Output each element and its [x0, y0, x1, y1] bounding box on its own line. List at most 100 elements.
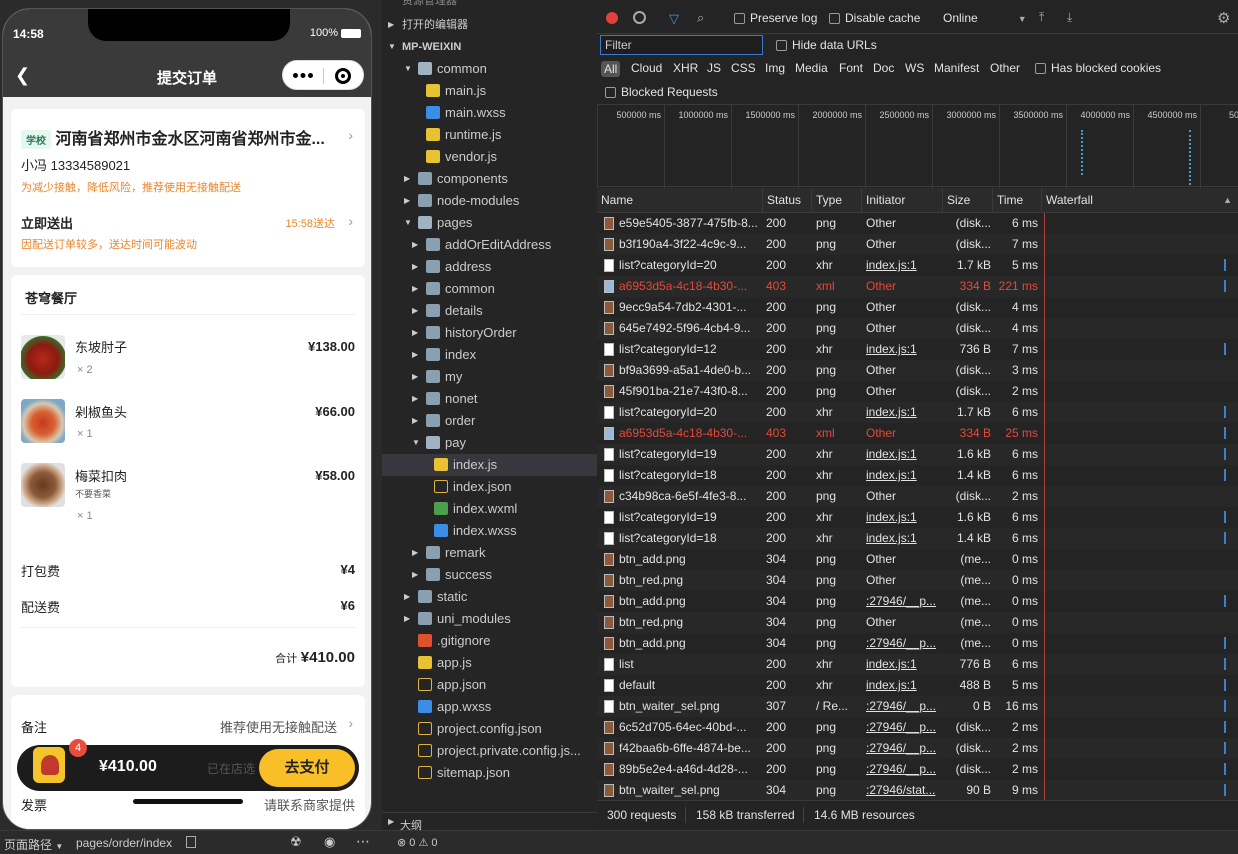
column-size[interactable]: Size [943, 188, 993, 213]
tree-item[interactable]: app.json [382, 674, 597, 696]
type-filter-ws[interactable]: WS [905, 61, 924, 75]
cell-initiator[interactable]: index.js:1 [866, 339, 942, 360]
blocked-requests-checkbox[interactable]: Blocked Requests [605, 85, 718, 99]
type-filter-media[interactable]: Media [795, 61, 828, 75]
chevron-right-icon[interactable]: ▶ [412, 542, 418, 564]
column-type[interactable]: Type [812, 188, 862, 213]
table-row[interactable]: 9ecc9a54-7db2-4301-... 200 png Other (disk..… [597, 297, 1238, 318]
table-row[interactable]: a6953d5a-4c18-4b30-... 403 xml Other 334 B 25… [597, 423, 1238, 444]
column-initiator[interactable]: Initiator [862, 188, 943, 213]
search-icon[interactable]: ⌕ [697, 10, 704, 26]
table-row[interactable]: btn_waiter_sel.png 304 png:27946/stat... 90… [597, 780, 1238, 800]
bug-icon[interactable]: ☢ [290, 834, 302, 850]
table-row[interactable]: btn_add.png 304 png:27946/__p... (me... 0 ms [597, 591, 1238, 612]
cell-initiator[interactable]: :27946/__p... [866, 591, 942, 612]
column-name[interactable]: Name [597, 188, 763, 213]
tree-item[interactable]: project.private.config.js... [382, 740, 597, 762]
tree-item[interactable]: ▶ details [382, 300, 597, 322]
tree-item[interactable]: ▶ nonet [382, 388, 597, 410]
tree-item[interactable]: ▶ success [382, 564, 597, 586]
table-row[interactable]: f42baa6b-6ffe-4874-be... 200 png:27946/__p… [597, 738, 1238, 759]
project-section[interactable]: ▼ MP-WEIXIN [382, 36, 597, 58]
chevron-right-icon[interactable]: ▶ [412, 278, 418, 300]
problems-count[interactable]: ⊗ 0 ⚠ 0 [397, 836, 437, 849]
type-filter-manifest[interactable]: Manifest [934, 61, 979, 75]
table-row[interactable]: btn_waiter_sel.png 307 / Re...:27946/__p..… [597, 696, 1238, 717]
tree-item[interactable]: runtime.js [382, 124, 597, 146]
close-mini-program-icon[interactable] [335, 68, 351, 84]
tree-item[interactable]: index.wxml [382, 498, 597, 520]
mini-program-capsule[interactable] [282, 60, 364, 90]
tree-item[interactable]: main.js [382, 80, 597, 102]
pay-button[interactable]: 去支付 [259, 749, 355, 787]
type-filter-all[interactable]: All [601, 61, 621, 77]
cell-initiator[interactable]: :27946/__p... [866, 738, 942, 759]
table-row[interactable]: a6953d5a-4c18-4b30-... 403 xml Other 334 B 22… [597, 276, 1238, 297]
type-filter-js[interactable]: JS [707, 61, 721, 75]
tree-item[interactable]: ▶ components [382, 168, 597, 190]
table-row[interactable]: list?categoryId=19 200 xhr index.js:1 1.6 kB… [597, 507, 1238, 528]
tree-item[interactable]: ▶ my [382, 366, 597, 388]
table-row[interactable]: btn_add.png 304 png Other (me... 0 ms [597, 549, 1238, 570]
filter-icon[interactable]: ▽ [669, 11, 679, 27]
tree-item[interactable]: index.wxss [382, 520, 597, 542]
tree-item[interactable]: index.js [382, 454, 597, 476]
chevron-right-icon[interactable]: ▶ [404, 586, 410, 608]
chevron-right-icon[interactable]: ▶ [404, 608, 410, 630]
tree-item[interactable]: ▶ address [382, 256, 597, 278]
table-row[interactable]: list?categoryId=18 200 xhr index.js:1 1.4 kB… [597, 528, 1238, 549]
preserve-log-checkbox[interactable]: Preserve log [734, 11, 817, 25]
cell-initiator[interactable]: index.js:1 [866, 444, 942, 465]
filter-input[interactable]: Filter [600, 35, 763, 55]
table-row[interactable]: c34b98ca-6e5f-4fe3-8... 200 png Other (disk.… [597, 486, 1238, 507]
open-editors-section[interactable]: ▶ 打开的编辑器 [382, 14, 597, 36]
more-icon[interactable]: ⋯ [356, 833, 370, 850]
hide-data-urls-checkbox[interactable]: Hide data URLs [776, 38, 877, 52]
type-filter-xhr[interactable]: XHR [673, 61, 698, 75]
tree-item[interactable]: ▶ addOrEditAddress [382, 234, 597, 256]
throttle-select[interactable]: Online ▼ [943, 11, 1027, 25]
cell-initiator[interactable]: :27946/__p... [866, 633, 942, 654]
table-row[interactable]: btn_red.png 304 png Other (me... 0 ms [597, 612, 1238, 633]
table-row[interactable]: list?categoryId=20 200 xhr index.js:1 1.7 kB… [597, 255, 1238, 276]
cell-initiator[interactable]: index.js:1 [866, 528, 942, 549]
tree-item[interactable]: ▶ static [382, 586, 597, 608]
type-filter-font[interactable]: Font [839, 61, 863, 75]
table-row[interactable]: 6c52d705-64ec-40bd-... 200 png:27946/__p..… [597, 717, 1238, 738]
table-row[interactable]: list?categoryId=20 200 xhr index.js:1 1.7 kB… [597, 402, 1238, 423]
tree-item[interactable]: app.js [382, 652, 597, 674]
disable-cache-checkbox[interactable]: Disable cache [829, 11, 920, 25]
tree-item[interactable]: .gitignore [382, 630, 597, 652]
type-filter-other[interactable]: Other [990, 61, 1020, 75]
tree-item[interactable]: ▼ pay [382, 432, 597, 454]
tree-item[interactable]: ▼ common [382, 58, 597, 80]
cell-initiator[interactable]: index.js:1 [866, 402, 942, 423]
chevron-right-icon[interactable]: ▶ [412, 234, 418, 256]
sort-ascending-icon[interactable]: ▲ [1223, 195, 1232, 205]
column-status[interactable]: Status [763, 188, 812, 213]
tree-item[interactable]: ▶ node-modules [382, 190, 597, 212]
table-row[interactable]: 645e7492-5f96-4cb4-9... 200 png Other (disk.… [597, 318, 1238, 339]
chevron-right-icon[interactable]: ▶ [412, 344, 418, 366]
address-card[interactable]: 学校 河南省郑州市金水区河南省郑州市金... › 小冯 13334589021 … [11, 109, 365, 267]
type-filter-doc[interactable]: Doc [873, 61, 894, 75]
table-row[interactable]: 89b5e2e4-a46d-4d28-... 200 png:27946/__p..… [597, 759, 1238, 780]
table-row[interactable]: list 200 xhr index.js:1 776 B 6 ms [597, 654, 1238, 675]
settings-gear-icon[interactable]: ⚙ [1217, 9, 1230, 27]
table-row[interactable]: 45f901ba-21e7-43f0-8... 200 png Other (disk.… [597, 381, 1238, 402]
type-filter-img[interactable]: Img [765, 61, 785, 75]
tree-item[interactable]: ▼ pages [382, 212, 597, 234]
cell-initiator[interactable]: :27946/__p... [866, 717, 942, 738]
cell-initiator[interactable]: index.js:1 [866, 654, 942, 675]
table-row[interactable]: btn_add.png 304 png:27946/__p... (me... 0 ms [597, 633, 1238, 654]
chevron-right-icon[interactable]: ▶ [412, 564, 418, 586]
chevron-right-icon[interactable]: ▶ [412, 366, 418, 388]
chevron-down-icon[interactable]: ▼ [404, 58, 412, 80]
timeline-overview[interactable]: 500000 ms 1000000 ms 1500000 ms 2000000 ms 2… [597, 104, 1238, 188]
cell-initiator[interactable]: index.js:1 [866, 507, 942, 528]
more-icon[interactable] [293, 73, 313, 78]
chevron-right-icon[interactable]: ▶ [404, 168, 410, 190]
tree-item[interactable]: ▶ order [382, 410, 597, 432]
table-row[interactable]: e59e5405-3877-475fb-8... 200 png Other (disk… [597, 213, 1238, 234]
table-row[interactable]: b3f190a4-3f22-4c9c-9... 200 png Other (disk.… [597, 234, 1238, 255]
